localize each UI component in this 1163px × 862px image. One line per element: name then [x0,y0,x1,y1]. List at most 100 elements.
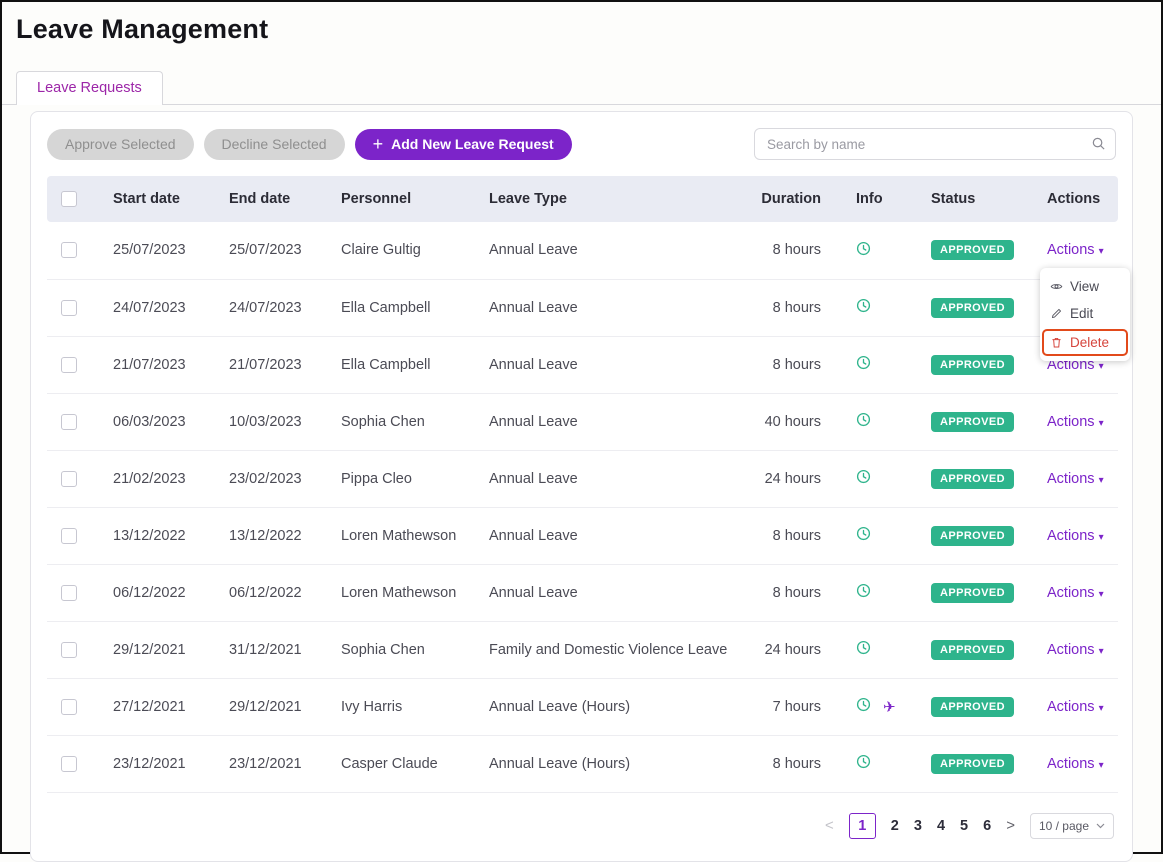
select-all-checkbox[interactable] [61,191,77,208]
start-date-cell: 25/07/2023 [97,222,213,280]
leave-type-cell: Family and Domestic Violence Leave [473,621,747,679]
status-badge: APPROVED [931,297,1014,318]
start-date-cell: 29/12/2021 [97,621,213,679]
chevron-down-icon: ▾ [1098,360,1104,372]
info-cell [827,336,915,394]
row-checkbox[interactable] [61,527,77,544]
clock-icon [856,298,871,317]
clock-icon [856,355,871,374]
trash-icon [1050,336,1063,349]
page-header: Leave Management [2,2,1161,45]
leave-type-cell: Annual Leave [473,564,747,622]
add-new-leave-request-button[interactable]: + Add New Leave Request [354,128,572,160]
row-checkbox[interactable] [61,356,77,373]
personnel-cell: Ella Campbell [325,336,473,394]
info-cell [827,564,915,622]
search-icon [1091,136,1106,156]
leave-table: Start date End date Personnel Leave Type… [47,176,1130,793]
duration-cell: 24 hours [747,450,827,508]
info-cell [827,450,915,508]
leave-type-cell: Annual Leave [473,336,747,394]
personnel-cell: Ella Campbell [325,279,473,337]
pagination-page-1-current[interactable]: 1 [848,812,876,839]
header-personnel: Personnel [325,176,473,222]
row-actions-button[interactable]: Actions▾ [1047,585,1104,601]
personnel-cell: Pippa Cleo [325,450,473,508]
dropdown-item-delete[interactable]: Delete [1042,329,1128,356]
table-row: 24/07/2023 24/07/2023 Ella Campbell Annu… [47,279,1118,337]
personnel-cell: Sophia Chen [325,621,473,679]
duration-cell: 8 hours [747,735,827,793]
end-date-cell: 31/12/2021 [213,621,325,679]
row-actions-button[interactable]: Actions▾ [1047,242,1104,258]
chevron-down-icon: ▾ [1098,246,1104,258]
row-actions-button[interactable]: Actions▾ [1047,756,1104,772]
page-title: Leave Management [16,14,269,44]
row-actions-label: Actions [1047,698,1095,715]
pagination-next-button[interactable]: > [1006,817,1015,834]
chevron-down-icon: ▾ [1098,474,1104,486]
status-badge: APPROVED [931,411,1014,432]
table-row: 27/12/2021 29/12/2021 Ivy Harris Annual … [47,678,1118,736]
pagination-page-4[interactable]: 4 [937,818,945,834]
clock-icon [856,583,871,602]
info-cell [827,393,915,451]
eye-icon [1050,280,1063,293]
pagination-prev-button[interactable]: < [825,817,834,834]
leave-type-cell: Annual Leave (Hours) [473,735,747,793]
row-checkbox[interactable] [61,755,77,772]
pagination-page-2[interactable]: 2 [891,818,899,834]
pagination-page-6[interactable]: 6 [983,818,991,834]
page-size-select[interactable]: 10 / page [1029,812,1114,839]
clock-icon [856,754,871,773]
search-input[interactable] [754,128,1116,160]
row-checkbox[interactable] [61,470,77,487]
tab-leave-requests[interactable]: Leave Requests [16,71,163,105]
chevron-down-icon: ▾ [1098,645,1104,657]
row-actions-button[interactable]: Actions▾ [1047,471,1104,487]
approve-selected-button[interactable]: Approve Selected [47,128,194,160]
decline-selected-button[interactable]: Decline Selected [203,128,345,160]
start-date-cell: 06/12/2022 [97,564,213,622]
info-cell [827,279,915,337]
pagination: < 1 2 3 4 5 6 > 10 / page [47,807,1116,845]
leave-type-cell: Annual Leave [473,450,747,508]
header-end-date: End date [213,176,325,222]
row-actions-button[interactable]: Actions▾ [1047,414,1104,430]
plus-icon: + [372,134,384,154]
status-badge: APPROVED [931,696,1014,717]
personnel-cell: Ivy Harris [325,678,473,736]
row-actions-button[interactable]: Actions▾ [1047,528,1104,544]
pagination-page-3[interactable]: 3 [914,818,922,834]
clock-icon [856,412,871,431]
leave-requests-panel: Approve Selected Decline Selected + Add … [30,111,1133,862]
row-checkbox[interactable] [61,641,77,658]
dropdown-item-edit[interactable]: Edit [1047,300,1123,327]
duration-cell: 8 hours [747,336,827,394]
personnel-cell: Sophia Chen [325,393,473,451]
row-checkbox[interactable] [61,584,77,601]
row-actions-label: Actions [1047,242,1095,259]
row-actions-label: Actions [1047,470,1095,487]
plane-icon: ✈ [883,698,896,716]
duration-cell: 8 hours [747,564,827,622]
dropdown-item-view[interactable]: View [1047,273,1123,300]
toolbar: Approve Selected Decline Selected + Add … [47,128,1116,160]
add-new-leave-request-label: Add New Leave Request [391,136,554,152]
status-badge: APPROVED [931,525,1014,546]
row-actions-button[interactable]: Actions▾ [1047,699,1104,715]
row-actions-button[interactable]: Actions▾ [1047,642,1104,658]
dropdown-item-view-label: View [1070,279,1100,294]
table-row: 25/07/2023 25/07/2023 Claire Gultig Annu… [47,222,1118,280]
clock-icon [856,241,871,260]
row-checkbox[interactable] [61,413,77,430]
row-checkbox[interactable] [61,242,77,259]
header-leave-type: Leave Type [473,176,747,222]
personnel-cell: Claire Gultig [325,222,473,280]
tab-bar: Leave Requests [2,71,1161,105]
pagination-page-5[interactable]: 5 [960,818,968,834]
row-checkbox[interactable] [61,698,77,715]
status-badge: APPROVED [931,582,1014,603]
row-checkbox[interactable] [61,299,77,316]
chevron-down-icon: ▾ [1098,588,1104,600]
